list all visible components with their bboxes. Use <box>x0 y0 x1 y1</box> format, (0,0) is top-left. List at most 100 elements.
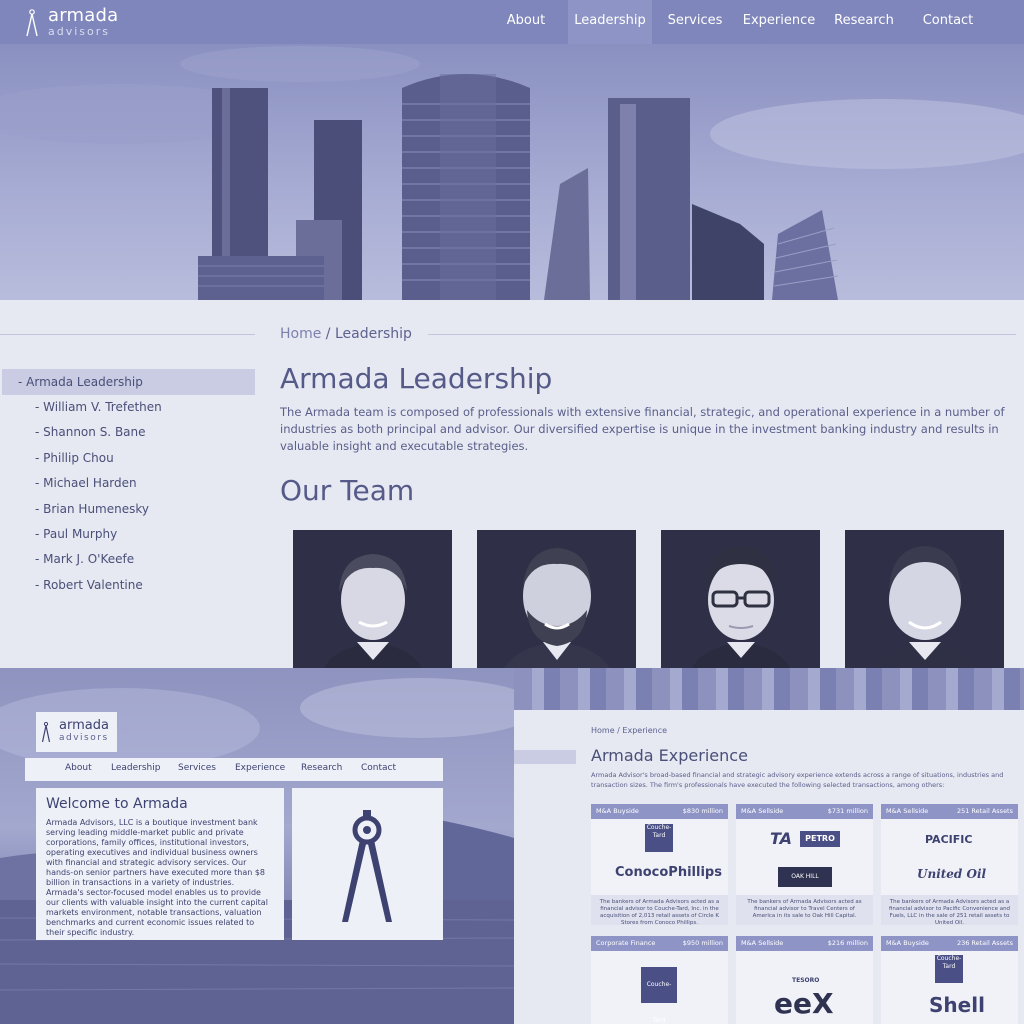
card-header: Corporate Finance $950 million <box>591 936 728 951</box>
top-navbar: armada advisors About Leadership Service… <box>0 0 1024 44</box>
person-portrait-icon <box>873 546 977 670</box>
breadcrumb-current: Leadership <box>334 326 412 342</box>
person-portrait-icon <box>691 546 791 670</box>
couche-tard-logo: Couche-Tard <box>645 824 673 852</box>
experience-title: Armada Experience <box>591 746 748 765</box>
nav-about[interactable]: About <box>496 0 556 44</box>
team-portrait[interactable] <box>845 530 1004 670</box>
card-logos: Couche-Tard ConocoPhillips <box>591 819 728 895</box>
card-value: 251 Retail Assets <box>956 807 1013 815</box>
logo-name: armada <box>48 5 119 26</box>
card-logos: Couche-Tard <box>591 951 728 1024</box>
sidebar-item-murphy[interactable]: - Paul Murphy <box>35 527 117 541</box>
inset-nav-experience[interactable]: Experience <box>235 763 285 773</box>
petro-logo: PETRO <box>800 831 840 847</box>
transaction-card[interactable]: M&A Sellside $216 million TESORO eeX <box>736 936 873 1024</box>
inset-nav-services[interactable]: Services <box>178 763 216 773</box>
inset-nav-contact[interactable]: Contact <box>361 763 396 773</box>
intro-paragraph: The Armada team is composed of professio… <box>280 405 1005 453</box>
sidebar-item-harden[interactable]: - Michael Harden <box>35 476 137 490</box>
card-caption: The bankers of Armada Advisors acted as … <box>591 895 728 926</box>
sidebar-item-chou[interactable]: - Phillip Chou <box>35 451 114 465</box>
transaction-card[interactable]: M&A Buyside 236 Retail Assets Couche-Tar… <box>881 936 1018 1024</box>
sidebar-item-armada-leadership[interactable]: - Armada Leadership <box>2 369 255 395</box>
inset-armada-logo[interactable]: armada advisors <box>36 712 117 752</box>
oak-hill-logo: OAK HILL <box>778 867 832 887</box>
sidebar-item-okeefe[interactable]: - Mark J. O'Keefe <box>35 552 134 566</box>
card-type: M&A Sellside <box>741 939 784 947</box>
card-header: M&A Buyside $830 million <box>591 804 728 819</box>
team-heading: Our Team <box>280 474 415 507</box>
transaction-card[interactable]: Corporate Finance $950 million Couche-Ta… <box>591 936 728 1024</box>
sidebar-item-bane[interactable]: - Shannon S. Bane <box>35 425 146 439</box>
compass-logo-icon <box>42 722 50 742</box>
inset-logo-name: armada <box>59 718 109 733</box>
card-type: M&A Buyside <box>596 807 639 815</box>
tesoro-logo: TESORO <box>792 977 820 984</box>
armada-logo[interactable]: armada advisors <box>26 5 126 39</box>
team-portrait[interactable] <box>477 530 636 670</box>
couche-tard-logo: Couche-Tard <box>935 955 963 983</box>
sidebar-item-valentine[interactable]: - Robert Valentine <box>35 578 143 592</box>
breadcrumb-divider-left <box>0 334 255 335</box>
welcome-panel: Welcome to Armada Armada Advisors, LLC i… <box>36 788 284 940</box>
compass-panel <box>292 788 443 940</box>
card-logos: TA PETRO OAK HILL <box>736 819 873 895</box>
person-portrait-icon <box>503 548 611 670</box>
card-caption: The bankers of Armada Advisors acted as … <box>881 895 1018 926</box>
card-value: $830 million <box>682 807 723 815</box>
skyline-illustration <box>0 46 1024 300</box>
card-logos: PACIFIC United Oil <box>881 819 1018 895</box>
team-portrait[interactable] <box>293 530 452 670</box>
inset-nav-about[interactable]: About <box>65 763 92 773</box>
inset-nav-research[interactable]: Research <box>301 763 342 773</box>
inset-breadcrumb[interactable]: Home / Experience <box>591 726 667 735</box>
inset-nav-leadership[interactable]: Leadership <box>111 763 160 773</box>
sidebar-item-trefethen[interactable]: - William V. Trefethen <box>35 400 162 414</box>
nav-contact[interactable]: Contact <box>918 0 978 44</box>
person-portrait-icon <box>323 554 423 670</box>
ta-logo: TA <box>770 829 793 848</box>
nav-research[interactable]: Research <box>830 0 898 44</box>
card-logos: Couche-Tard Shell <box>881 951 1018 1024</box>
breadcrumb-divider-right <box>428 334 1016 335</box>
breadcrumb-separator: / <box>325 326 331 342</box>
couche-tard-logo: Couche-Tard <box>641 967 677 1024</box>
nav-experience[interactable]: Experience <box>740 0 818 44</box>
compass-logo-icon <box>26 9 38 37</box>
card-type: M&A Buyside <box>886 939 929 947</box>
compass-icon <box>342 810 392 922</box>
nav-services[interactable]: Services <box>664 0 726 44</box>
eex-logo: eeX <box>774 987 834 1020</box>
card-type: Corporate Finance <box>596 939 656 947</box>
card-value: $950 million <box>682 939 723 947</box>
welcome-text: Armada Advisors, LLC is a boutique inves… <box>46 818 268 937</box>
united-oil-logo: United Oil <box>917 867 987 881</box>
card-value: $216 million <box>827 939 868 947</box>
transaction-card[interactable]: M&A Sellside 251 Retail Assets PACIFIC U… <box>881 804 1018 926</box>
pacific-logo: PACIFIC <box>925 833 973 846</box>
sidebar-item-humenesky[interactable]: - Brian Humenesky <box>35 502 149 516</box>
breadcrumb: Home / Leadership <box>280 326 412 342</box>
card-value: $731 million <box>827 807 868 815</box>
experience-intro: Armada Advisor's broad-based financial a… <box>591 771 1004 789</box>
nav-leadership[interactable]: Leadership <box>568 0 652 44</box>
page-title: Armada Leadership <box>280 362 553 395</box>
card-header: M&A Buyside 236 Retail Assets <box>881 936 1018 951</box>
home-page-preview: armada advisors About Leadership Service… <box>0 668 514 1024</box>
logo-tagline: advisors <box>48 25 111 38</box>
inset-sidebar-active <box>514 750 576 764</box>
transaction-card[interactable]: M&A Sellside $731 million TA PETRO OAK H… <box>736 804 873 925</box>
transaction-card[interactable]: M&A Buyside $830 million Couche-Tard Con… <box>591 804 728 926</box>
card-header: M&A Sellside 251 Retail Assets <box>881 804 1018 819</box>
city-aerial-banner <box>514 668 1024 710</box>
card-type: M&A Sellside <box>886 807 929 815</box>
card-header: M&A Sellside $731 million <box>736 804 873 819</box>
breadcrumb-home-link[interactable]: Home <box>280 326 321 342</box>
experience-page-preview: Home / Experience Armada Experience Arma… <box>514 668 1024 1024</box>
card-caption: The bankers of Armada Advisors acted as … <box>736 895 873 925</box>
hero-skyline-image <box>0 44 1024 300</box>
team-portrait[interactable] <box>661 530 820 670</box>
inset-navbar: About Leadership Services Experience Res… <box>25 758 443 781</box>
welcome-title: Welcome to Armada <box>46 796 188 812</box>
